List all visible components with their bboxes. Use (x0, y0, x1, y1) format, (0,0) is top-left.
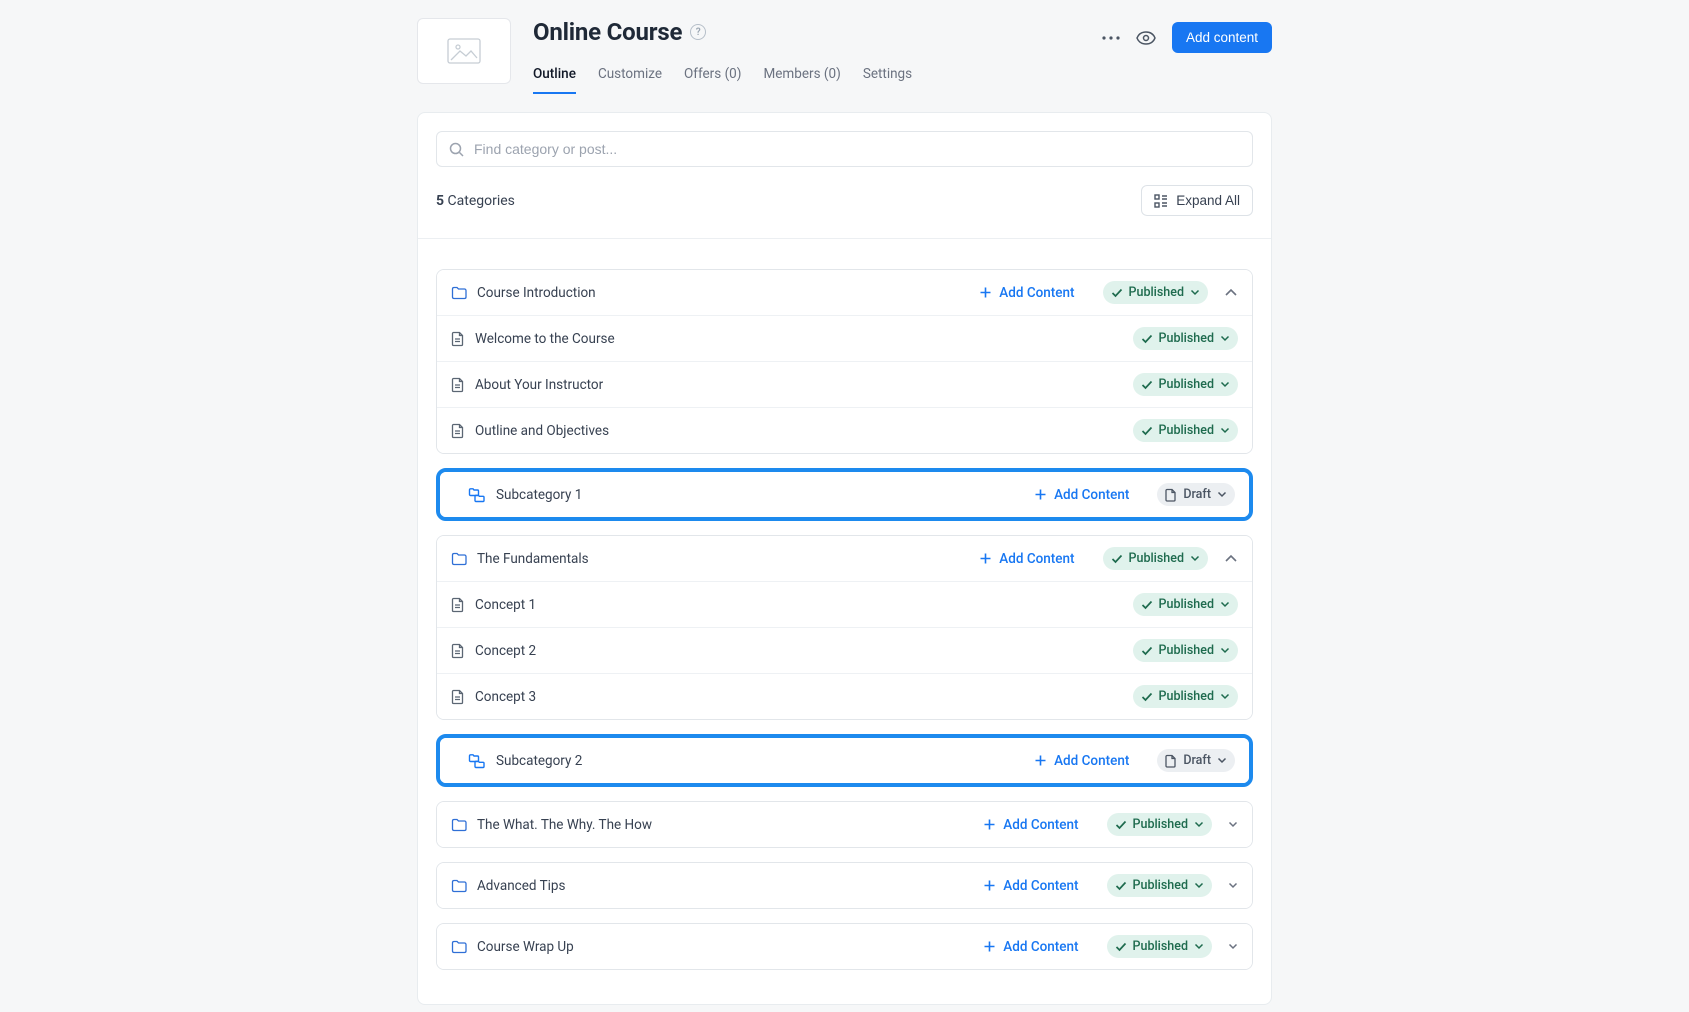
add-content-link[interactable]: Add Content (979, 285, 1074, 301)
more-icon[interactable] (1102, 36, 1120, 40)
add-content-link[interactable]: Add Content (983, 939, 1078, 955)
row-label: Concept 2 (475, 643, 536, 659)
status-badge-published[interactable]: Published (1107, 874, 1212, 897)
help-icon[interactable]: ? (690, 24, 706, 40)
folder-icon (451, 286, 467, 300)
subcategory-block: Subcategory 2 Add Content Draft (436, 734, 1253, 787)
status-badge-published[interactable]: Published (1133, 685, 1238, 708)
subcategory-block: Subcategory 1 Add Content Draft (436, 468, 1253, 521)
category-block: The FundamentalsAdd ContentPublishedConc… (436, 535, 1253, 720)
post-row[interactable]: About Your Instructor Published (437, 361, 1252, 407)
tab-settings[interactable]: Settings (863, 66, 912, 94)
status-badge-published[interactable]: Published (1133, 419, 1238, 442)
category-block: Course Wrap Up Add Content Published (436, 923, 1253, 970)
post-row[interactable]: Outline and Objectives Published (437, 407, 1252, 453)
category-count: 5 Categories (436, 193, 515, 209)
post-row[interactable]: Concept 3 Published (437, 673, 1252, 719)
category-row[interactable]: Course Wrap Up Add Content Published (437, 924, 1252, 969)
row-label: Advanced Tips (477, 878, 565, 894)
tab-offers-0-[interactable]: Offers (0) (684, 66, 741, 94)
subcategory-icon (468, 753, 486, 769)
row-label: Concept 1 (475, 597, 536, 613)
folder-icon (451, 818, 467, 832)
tab-customize[interactable]: Customize (598, 66, 662, 94)
search-input[interactable] (474, 141, 1240, 157)
document-icon (451, 331, 465, 347)
preview-icon[interactable] (1136, 31, 1156, 45)
add-content-link[interactable]: Add Content (983, 817, 1078, 833)
post-row[interactable]: Welcome to the Course Published (437, 315, 1252, 361)
collapse-toggle[interactable] (1224, 288, 1238, 297)
add-content-link[interactable]: Add Content (983, 878, 1078, 894)
category-row[interactable]: The What. The Why. The How Add Content Pub… (437, 802, 1252, 847)
folder-icon (451, 552, 467, 566)
row-label: About Your Instructor (475, 377, 603, 393)
collapse-toggle[interactable] (1228, 882, 1238, 889)
category-block: Course IntroductionAdd ContentPublishedW… (436, 269, 1253, 454)
document-icon (451, 377, 465, 393)
category-row[interactable]: The Fundamentals Add Content Published (437, 536, 1252, 581)
add-content-button[interactable]: Add content (1172, 22, 1272, 53)
row-label: Outline and Objectives (475, 423, 609, 439)
row-label: Welcome to the Course (475, 331, 615, 347)
status-badge-published[interactable]: Published (1107, 813, 1212, 836)
row-label: The Fundamentals (477, 551, 589, 567)
status-badge-draft[interactable]: Draft (1157, 749, 1235, 772)
category-row[interactable]: Advanced Tips Add Content Published (437, 863, 1252, 908)
collapse-toggle[interactable] (1228, 943, 1238, 950)
grid-icon (1154, 194, 1168, 208)
row-label: The What. The Why. The How (477, 817, 652, 833)
document-icon (451, 597, 465, 613)
category-block: Advanced Tips Add Content Published (436, 862, 1253, 909)
expand-all-button[interactable]: Expand All (1141, 185, 1253, 216)
add-content-link[interactable]: Add Content (979, 551, 1074, 567)
search-container[interactable] (436, 131, 1253, 167)
row-label: Course Introduction (477, 285, 596, 301)
document-icon (451, 423, 465, 439)
category-block: The What. The Why. The How Add Content Pub… (436, 801, 1253, 848)
category-row[interactable]: Course Introduction Add Content Published (437, 270, 1252, 315)
subcategory-row[interactable]: Subcategory 2 Add Content Draft (440, 738, 1249, 783)
status-badge-published[interactable]: Published (1103, 547, 1208, 570)
row-label: Subcategory 2 (496, 753, 582, 769)
tab-outline[interactable]: Outline (533, 66, 576, 94)
status-badge-draft[interactable]: Draft (1157, 483, 1235, 506)
status-badge-published[interactable]: Published (1133, 373, 1238, 396)
main-panel: 5 Categories Expand All Course Introduct… (417, 112, 1272, 1005)
outline-list: Course IntroductionAdd ContentPublishedW… (418, 239, 1271, 1004)
subcategory-icon (468, 487, 486, 503)
status-badge-published[interactable]: Published (1133, 327, 1238, 350)
document-icon (451, 689, 465, 705)
row-label: Concept 3 (475, 689, 536, 705)
document-icon (451, 643, 465, 659)
subcategory-row[interactable]: Subcategory 1 Add Content Draft (440, 472, 1249, 517)
status-badge-published[interactable]: Published (1133, 639, 1238, 662)
course-thumbnail[interactable] (417, 18, 511, 84)
search-icon (449, 142, 464, 157)
post-row[interactable]: Concept 1 Published (437, 581, 1252, 627)
page-title: Online Course (533, 18, 682, 46)
collapse-toggle[interactable] (1224, 554, 1238, 563)
status-badge-published[interactable]: Published (1133, 593, 1238, 616)
folder-icon (451, 879, 467, 893)
post-row[interactable]: Concept 2 Published (437, 627, 1252, 673)
row-label: Subcategory 1 (496, 487, 582, 503)
tabs: Outline Customize Offers (0) Members (0) Set… (533, 66, 1080, 94)
page-header: Online Course ? Outline Customize Offers (… (417, 18, 1272, 94)
row-label: Course Wrap Up (477, 939, 574, 955)
status-badge-published[interactable]: Published (1103, 281, 1208, 304)
collapse-toggle[interactable] (1228, 821, 1238, 828)
add-content-link[interactable]: Add Content (1034, 753, 1129, 769)
tab-members-0-[interactable]: Members (0) (763, 66, 840, 94)
status-badge-published[interactable]: Published (1107, 935, 1212, 958)
folder-icon (451, 940, 467, 954)
add-content-link[interactable]: Add Content (1034, 487, 1129, 503)
